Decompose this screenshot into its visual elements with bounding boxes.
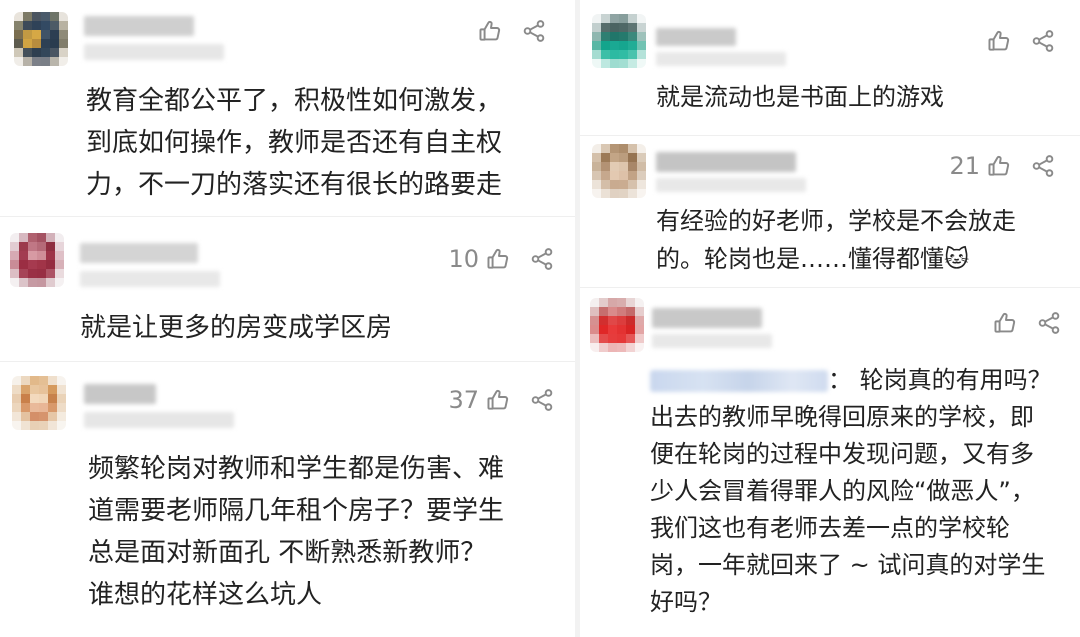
comment-card: 21 有经验的好老师，学校是不会放走 的。轮岗也是……懂得都懂🐱 [580, 136, 1080, 286]
avatar[interactable] [12, 376, 66, 430]
mention-blurred[interactable] [650, 370, 828, 392]
share-icon[interactable] [529, 246, 555, 272]
comment-line: 的。轮岗也是……懂得都懂🐱 [656, 245, 970, 273]
comment-text: 频繁轮岗对教师和学生都是伤害、难 道需要老师隔几年租个房子？要学生 总是面对新面… [88, 448, 504, 616]
meta-blurred [80, 271, 220, 287]
avatar[interactable] [10, 233, 64, 287]
meta-blurred [652, 334, 772, 348]
comment-line: 频繁轮岗对教师和学生都是伤害、难 [88, 454, 505, 484]
thumbs-up-icon[interactable] [485, 387, 511, 413]
comment-line: 好吗？ [650, 588, 722, 616]
like-control[interactable]: 10 [448, 245, 511, 273]
like-control[interactable] [471, 18, 503, 44]
share-icon[interactable] [521, 18, 547, 44]
comment-line: 岗，一年就回来了 ~ 试问真的对学生 [650, 551, 1046, 579]
comment-actions [986, 310, 1062, 336]
comment-actions [980, 28, 1056, 54]
username-blurred [80, 243, 198, 263]
comment-line-with-mention: ： 轮岗真的有用吗？ [650, 362, 1052, 399]
thumbs-up-icon[interactable] [986, 153, 1012, 179]
comment-text: 教育全都公平了，积极性如何激发， 到底如何操作，教师是否还有自主权 力，不一刀的… [86, 80, 502, 206]
right-comment-column: 就是流动也是书面上的游戏 21 有经验的好老师，学校是不会放走 的。轮岗也是……… [580, 0, 1080, 637]
comment-text: 就是让更多的房变成学区房 [80, 307, 392, 349]
share-icon[interactable] [529, 387, 555, 413]
like-count: 37 [448, 386, 479, 414]
share-icon[interactable] [1030, 28, 1056, 54]
comment-card: 10 就是让更多的房变成学区房 [0, 217, 575, 360]
username-blurred [656, 28, 736, 46]
comment-line: 就是流动也是书面上的游戏 [656, 83, 944, 111]
avatar[interactable] [14, 12, 68, 66]
thumbs-up-icon[interactable] [986, 28, 1012, 54]
username-blurred [652, 308, 762, 328]
comment-text: 就是流动也是书面上的游戏 [656, 76, 944, 118]
meta-blurred [84, 412, 234, 428]
like-control[interactable]: 21 [949, 152, 1012, 180]
comment-line: 力，不一刀的落实还有很长的路要走 [86, 170, 503, 200]
comment-card: 就是流动也是书面上的游戏 [580, 0, 1080, 134]
share-icon[interactable] [1030, 153, 1056, 179]
avatar[interactable] [590, 298, 644, 352]
like-count: 10 [448, 245, 479, 273]
comment-line: 有经验的好老师，学校是不会放走 [656, 207, 1016, 235]
comment-line: 我们这也有老师去差一点的学校轮 [650, 514, 1010, 542]
comment-line: 出去的教师早晚得回原来的学校，即 [650, 403, 1034, 431]
like-control[interactable] [980, 28, 1012, 54]
comment-card: ： 轮岗真的有用吗？ 出去的教师早晚得回原来的学校，即 便在轮岗的过程中发现问题… [580, 288, 1080, 637]
comment-actions: 37 [448, 386, 555, 414]
comment-actions: 10 [448, 245, 555, 273]
username-blurred [656, 152, 796, 172]
thumbs-up-icon[interactable] [477, 18, 503, 44]
thumbs-up-icon[interactable] [485, 246, 511, 272]
meta-blurred [84, 44, 224, 60]
comment-actions: 21 [949, 152, 1056, 180]
avatar[interactable] [592, 14, 646, 68]
comment-card: 37 频繁轮岗对教师和学生都是伤害、难 道需要老师隔几年租个房子？要学生 总是面… [0, 362, 575, 637]
comment-line: 到底如何操作，教师是否还有自主权 [86, 128, 503, 158]
comment-line: 道需要老师隔几年租个房子？要学生 [88, 496, 505, 526]
comment-card: 教育全都公平了，积极性如何激发， 到底如何操作，教师是否还有自主权 力，不一刀的… [0, 0, 575, 215]
username-blurred [84, 16, 194, 36]
meta-blurred [656, 52, 786, 66]
thumbs-up-icon[interactable] [992, 310, 1018, 336]
username-blurred [84, 384, 156, 404]
comment-actions [471, 18, 547, 44]
comment-line: 少人会冒着得罪人的风险“做恶人”， [650, 477, 1035, 505]
comment-line: 总是面对新面孔 不断熟悉新教师？ [88, 538, 487, 568]
mention-suffix: ： 轮岗真的有用吗？ [828, 366, 1052, 394]
comment-text: ： 轮岗真的有用吗？ 出去的教师早晚得回原来的学校，即 便在轮岗的过程中发现问题… [650, 362, 1052, 621]
left-comment-column: 教育全都公平了，积极性如何激发， 到底如何操作，教师是否还有自主权 力，不一刀的… [0, 0, 575, 637]
comment-line: 教育全都公平了，积极性如何激发， [86, 86, 503, 116]
like-control[interactable]: 37 [448, 386, 511, 414]
comment-text: 有经验的好老师，学校是不会放走 的。轮岗也是……懂得都懂🐱 [656, 202, 1016, 278]
comment-line: 就是让更多的房变成学区房 [80, 313, 393, 343]
like-control[interactable] [986, 310, 1018, 336]
avatar[interactable] [592, 144, 646, 198]
comment-line: 便在轮岗的过程中发现问题，又有多 [650, 440, 1034, 468]
like-count: 21 [949, 152, 980, 180]
share-icon[interactable] [1036, 310, 1062, 336]
comment-line: 谁想的花样这么坑人 [88, 580, 323, 610]
meta-blurred [656, 178, 806, 192]
